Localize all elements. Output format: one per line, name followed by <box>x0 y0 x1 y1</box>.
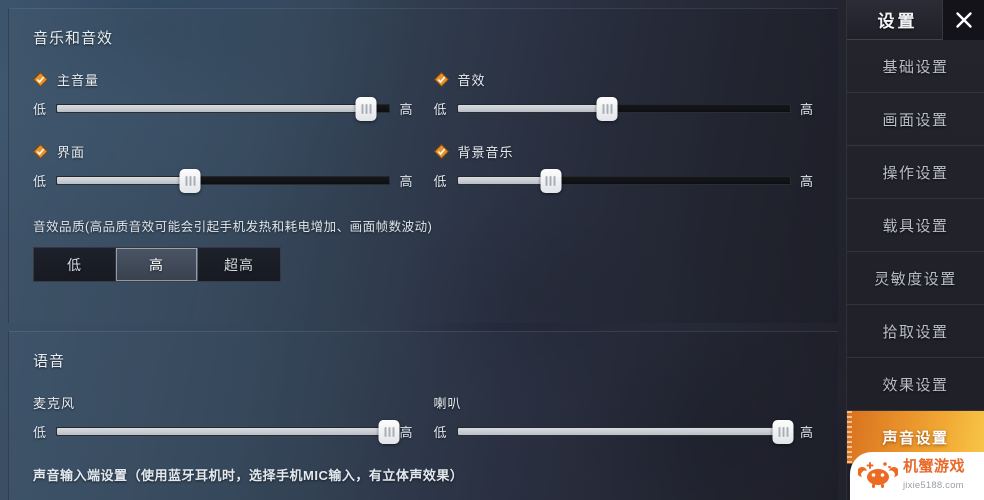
slider-low-label: 低 <box>433 425 448 440</box>
check-diamond-icon[interactable] <box>33 144 48 159</box>
slider-low-label: 低 <box>33 174 48 189</box>
settings-content: 音乐和音效 主音量 低 高 音效 低 高 界面 低 高 背景音乐 低 高 音效品… <box>0 0 846 500</box>
voice-input-footnote: 声音输入端设置（使用蓝牙耳机时，选择手机MIC输入，有立体声效果） <box>33 468 464 483</box>
quality-option-ultra[interactable]: 超高 <box>198 248 280 281</box>
slider-name-master-volume: 主音量 <box>57 73 100 88</box>
slider-high-label: 高 <box>799 102 814 117</box>
slider-row-microphone: 低 高 <box>33 419 414 444</box>
slider-block-interface: 界面 低 高 <box>33 142 414 193</box>
slider-high-label: 高 <box>799 174 814 189</box>
sidebar-item-pickup-settings[interactable]: 拾取设置 <box>847 305 984 358</box>
sidebar-item-control-settings[interactable]: 操作设置 <box>847 146 984 199</box>
sidebar-item-vehicle-settings[interactable]: 载具设置 <box>847 199 984 252</box>
settings-sidebar: 设置 基础设置 画面设置 操作设置 载具设置 灵敏度设置 拾取设置 效果设置 声… <box>846 0 984 500</box>
slider-thumb-speaker[interactable] <box>772 419 794 444</box>
slider-name-speaker: 喇叭 <box>433 396 462 411</box>
sidebar-item-basic-settings[interactable]: 基础设置 <box>847 40 984 93</box>
quality-option-low[interactable]: 低 <box>34 248 116 281</box>
voice-slider-grid: 麦克风 低 高 喇叭 低 高 <box>33 393 815 444</box>
watermark-name: 机蟹游戏 <box>903 458 966 476</box>
voice-settings-panel: 语音 麦克风 低 高 喇叭 低 高 声音输入端设置（使用蓝牙耳机时，选择手机MI… <box>8 331 838 500</box>
slider-low-label: 低 <box>33 425 48 440</box>
slider-block-sound-effects: 音效 低 高 <box>433 70 815 121</box>
slider-thumb-microphone[interactable] <box>378 419 400 444</box>
slider-high-label: 高 <box>799 425 814 440</box>
slider-low-label: 低 <box>433 102 448 117</box>
slider-thumb-background-music[interactable] <box>540 168 562 193</box>
slider-row-sound-effects: 低 高 <box>433 96 815 121</box>
check-diamond-icon[interactable] <box>433 144 449 159</box>
slider-high-label: 高 <box>399 174 414 189</box>
slider-name-sound-effects: 音效 <box>457 73 486 88</box>
slider-low-label: 低 <box>433 174 448 189</box>
slider-row-background-music: 低 高 <box>433 168 815 193</box>
slider-high-label: 高 <box>399 102 414 117</box>
slider-track-microphone[interactable] <box>56 419 400 444</box>
slider-name-background-music: 背景音乐 <box>457 145 514 160</box>
page-title: 设置 <box>877 12 918 31</box>
slider-track-speaker[interactable] <box>456 419 794 444</box>
audio-settings-panel: 音乐和音效 主音量 低 高 音效 低 高 界面 低 高 背景音乐 低 高 音效品… <box>8 8 838 323</box>
quality-option-high[interactable]: 高 <box>116 248 198 281</box>
sidebar-menu: 基础设置 画面设置 操作设置 载具设置 灵敏度设置 拾取设置 效果设置 声音设置 <box>847 40 984 500</box>
check-diamond-icon[interactable] <box>433 72 449 87</box>
crab-logo-icon <box>857 458 899 495</box>
slider-row-interface: 低 高 <box>33 168 414 193</box>
slider-label-background-music: 背景音乐 <box>433 142 815 161</box>
sidebar-item-effects-settings[interactable]: 效果设置 <box>847 358 984 411</box>
slider-block-microphone: 麦克风 低 高 <box>33 393 414 444</box>
slider-low-label: 低 <box>33 102 48 117</box>
site-watermark: 机蟹游戏 jixie5188.com <box>850 452 984 500</box>
audio-quality-control: 音效品质(高品质音效可能会引起手机发热和耗电增加、画面帧数波动) 低 高 超高 <box>33 216 814 282</box>
slider-name-microphone: 麦克风 <box>33 396 76 411</box>
slider-track-master-volume[interactable] <box>56 96 391 121</box>
slider-row-speaker: 低 高 <box>433 419 815 444</box>
check-diamond-icon[interactable] <box>33 72 48 87</box>
slider-label-sound-effects: 音效 <box>433 70 815 89</box>
slider-block-master-volume: 主音量 低 高 <box>33 70 414 121</box>
slider-track-sound-effects[interactable] <box>456 96 791 121</box>
slider-name-interface: 界面 <box>57 145 86 160</box>
slider-high-label: 高 <box>399 425 414 440</box>
slider-thumb-sound-effects[interactable] <box>596 96 618 121</box>
audio-quality-segments: 低 高 超高 <box>33 247 281 282</box>
slider-label-master-volume: 主音量 <box>33 70 414 89</box>
slider-label-interface: 界面 <box>33 142 414 161</box>
audio-slider-grid: 主音量 低 高 音效 低 高 界面 低 高 背景音乐 低 高 <box>33 70 815 193</box>
slider-thumb-interface[interactable] <box>179 168 201 193</box>
sidebar-header: 设置 <box>847 0 984 40</box>
audio-section-title: 音乐和音效 <box>33 30 114 47</box>
sidebar-item-sensitivity-settings[interactable]: 灵敏度设置 <box>847 252 984 305</box>
slider-track-background-music[interactable] <box>456 168 791 193</box>
slider-thumb-master-volume[interactable] <box>355 96 377 121</box>
slider-track-interface[interactable] <box>56 168 391 193</box>
slider-block-speaker: 喇叭 低 高 <box>433 393 815 444</box>
close-icon <box>955 11 972 28</box>
watermark-url: jixie5188.com <box>903 480 964 491</box>
slider-block-background-music: 背景音乐 低 高 <box>433 142 815 193</box>
voice-section-title: 语音 <box>33 353 66 370</box>
audio-quality-caption: 音效品质(高品质音效可能会引起手机发热和耗电增加、画面帧数波动) <box>33 220 433 234</box>
close-button[interactable] <box>942 0 984 40</box>
sidebar-item-graphics-settings[interactable]: 画面设置 <box>847 93 984 146</box>
slider-row-master-volume: 低 高 <box>33 96 414 121</box>
